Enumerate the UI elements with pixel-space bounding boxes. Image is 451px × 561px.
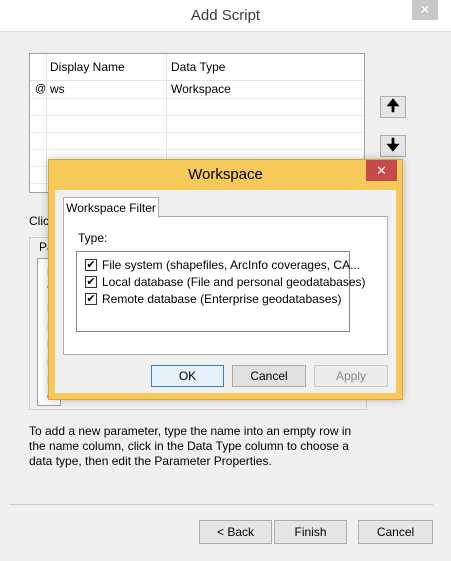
column-header-display-name[interactable]: Display Name (50, 58, 125, 76)
move-up-button[interactable]: 🠉 (380, 96, 406, 118)
row-divider (30, 98, 364, 99)
cell-data-type[interactable]: Workspace (171, 80, 231, 98)
type-label: Type: (78, 231, 108, 245)
back-button[interactable]: < Back (199, 520, 272, 544)
checkbox[interactable]: ✔ (85, 276, 97, 288)
filter-label: Remote database (Enterprise geodatabases… (102, 292, 342, 306)
checkbox[interactable]: ✔ (85, 293, 97, 305)
filter-label: File system (shapefiles, ArcInfo coverag… (102, 258, 361, 272)
row-divider (30, 149, 364, 150)
cancel-button[interactable]: Cancel (358, 520, 433, 544)
column-header-data-type[interactable]: Data Type (171, 58, 225, 76)
checkbox[interactable]: ✔ (85, 259, 97, 271)
table-header: Display Name Data Type (30, 54, 364, 81)
footer-divider (9, 504, 433, 505)
apply-button[interactable]: Apply (314, 365, 388, 387)
filter-label: Local database (File and personal geodat… (102, 275, 366, 289)
row-divider (30, 132, 364, 133)
dialog-title: Workspace (188, 166, 263, 183)
close-icon[interactable]: ✕ (366, 160, 397, 181)
window-title: Add Script (190, 7, 261, 24)
row-divider (30, 115, 364, 116)
close-icon[interactable]: ✕ (412, 0, 438, 20)
tab-workspace-filter[interactable]: Workspace Filter (63, 197, 159, 218)
help-text: To add a new parameter, type the name in… (29, 424, 352, 468)
ok-button[interactable]: OK (151, 365, 224, 387)
cell-display-name[interactable]: ws (50, 80, 65, 98)
column-divider (46, 54, 47, 192)
finish-button[interactable]: Finish (274, 520, 347, 544)
move-down-button[interactable]: 🠋 (380, 135, 406, 157)
type-filter-list[interactable]: ✔ File system (shapefiles, ArcInfo cover… (76, 251, 366, 332)
cancel-button[interactable]: Cancel (232, 365, 306, 387)
row-indicator: @ (35, 83, 47, 95)
